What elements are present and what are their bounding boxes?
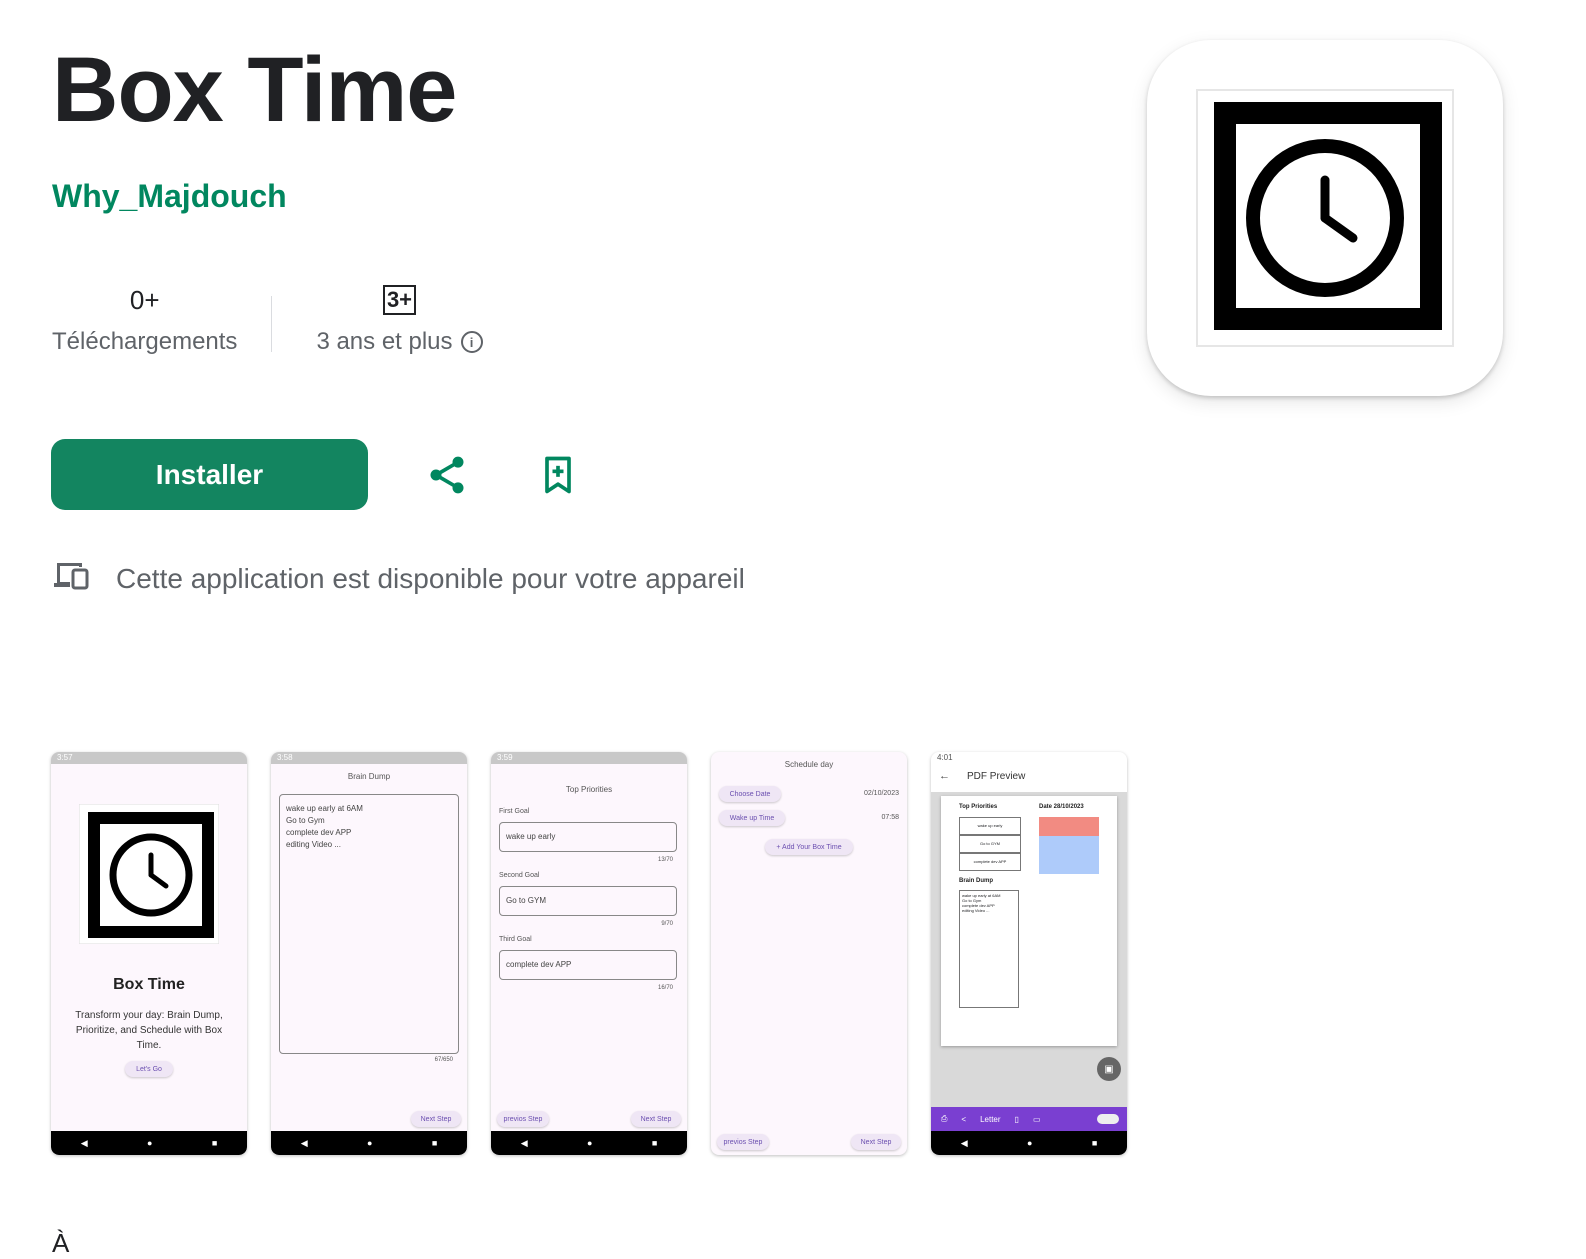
app-title: Box Time xyxy=(52,39,457,141)
screenshot-1[interactable]: 3:57 Box Time Transform your day: Brain … xyxy=(51,752,247,1155)
dump-line: complete dev APP xyxy=(286,828,352,837)
s5-schedule-block xyxy=(1039,817,1099,836)
s5-date: Date 28/10/2023 xyxy=(1039,804,1084,810)
install-button[interactable]: Installer xyxy=(51,439,368,510)
s5-priority: Go to GYM xyxy=(959,835,1021,853)
s4-header: Schedule day xyxy=(784,760,834,769)
share-icon[interactable]: < xyxy=(961,1115,966,1124)
portrait-icon[interactable]: ▯ xyxy=(1015,1115,1019,1124)
s5-dump-box: wake up early at 6AM Go to Gym complete … xyxy=(959,890,1019,1008)
bookmark-add-icon[interactable] xyxy=(534,451,582,499)
s5-pdf-toolbar: ⎙ < Letter ▯ ▭ xyxy=(931,1107,1127,1131)
s4-time-value: 07:58 xyxy=(881,814,899,821)
nav-bar: ◀ ● ■ xyxy=(931,1131,1127,1155)
s3-first-label: First Goal xyxy=(499,808,530,815)
app-icon xyxy=(1147,40,1503,396)
s1-lets-go-button[interactable]: Let's Go xyxy=(125,1061,173,1077)
devices-icon xyxy=(52,560,90,597)
s5-brain-dump: Brain Dump xyxy=(959,878,994,884)
section-heading-cut: À xyxy=(52,1228,70,1258)
status-time: 3:59 xyxy=(497,753,513,762)
print-icon[interactable]: ⎙ xyxy=(941,1114,947,1124)
status-time: 3:58 xyxy=(277,753,293,762)
status-time: 4:01 xyxy=(937,753,953,762)
rating-stat[interactable]: 3+ 3 ans et plus i xyxy=(316,282,483,372)
s5-top-priorities: Top Priorities xyxy=(959,804,998,810)
s4-date-value: 02/10/2023 xyxy=(863,790,899,797)
status-time: 3:57 xyxy=(57,753,73,762)
availability-text: Cette application est disponible pour vo… xyxy=(116,562,745,594)
s3-header: Top Priorities xyxy=(565,785,613,794)
s2-header: Brain Dump xyxy=(347,772,391,781)
availability-row: Cette application est disponible pour vo… xyxy=(52,560,745,597)
s3-first-goal-input[interactable]: wake up early xyxy=(499,822,677,852)
dump-line: editing Video ... xyxy=(286,840,342,849)
screenshot-4[interactable]: Schedule day Choose Date 02/10/2023 Wake… xyxy=(711,752,907,1155)
s4-next-button[interactable]: Next Step xyxy=(851,1134,901,1150)
share-icon[interactable] xyxy=(423,451,471,499)
s5-app-bar: ← PDF Preview xyxy=(931,764,1127,792)
landscape-icon[interactable]: ▭ xyxy=(1033,1115,1041,1124)
toggle-switch[interactable] xyxy=(1097,1114,1119,1124)
s5-priority: complete dev APP xyxy=(959,853,1021,871)
content-rating-label: 3 ans et plus xyxy=(316,328,453,355)
s3-second-goal-input[interactable]: Go to GYM xyxy=(499,886,677,916)
downloads-label: Téléchargements xyxy=(52,328,238,355)
screenshot-3[interactable]: 3:59 Top Priorities First Goal wake up e… xyxy=(491,752,687,1155)
nav-bar: ◀ ● ■ xyxy=(271,1131,467,1155)
s3-next-button[interactable]: Next Step xyxy=(631,1111,681,1127)
developer-link[interactable]: Why_Majdouch xyxy=(52,178,287,215)
s2-next-button[interactable]: Next Step xyxy=(411,1111,461,1127)
s4-add-box-button[interactable]: + Add Your Box Time xyxy=(765,839,853,855)
s5-pdf-page: Top Priorities Date 28/10/2023 wake up e… xyxy=(941,796,1117,1046)
back-arrow-icon[interactable]: ← xyxy=(939,770,950,782)
s3-third-count: 16/70 xyxy=(657,985,673,991)
s5-header: PDF Preview xyxy=(967,771,1026,782)
screenshot-5[interactable]: 4:01 ← PDF Preview Top Priorities Date 2… xyxy=(931,752,1127,1155)
downloads-stat: 0+ Téléchargements xyxy=(52,282,237,372)
s3-second-count: 9/70 xyxy=(661,921,673,927)
clock-icon xyxy=(79,804,219,944)
app-stats: 0+ Téléchargements 3+ 3 ans et plus i xyxy=(52,282,483,372)
stats-divider xyxy=(271,296,273,352)
s3-second-label: Second Goal xyxy=(499,872,540,879)
s2-brain-dump-textarea[interactable]: wake up early at 6AM Go to Gym complete … xyxy=(279,794,459,1054)
downloads-value: 0+ xyxy=(129,284,160,315)
s5-priority: wake up early xyxy=(959,817,1021,835)
s2-counter: 67/650 xyxy=(434,1057,453,1063)
s5-paper-select[interactable]: Letter xyxy=(980,1115,1000,1124)
s3-prev-button[interactable]: previos Step xyxy=(497,1111,549,1127)
nav-bar: ◀ ● ■ xyxy=(491,1131,687,1155)
s3-third-goal-input[interactable]: complete dev APP xyxy=(499,950,677,980)
dump-line: Go to Gym xyxy=(286,816,325,825)
s4-wake-up-button[interactable]: Wake up Time xyxy=(719,810,785,826)
s1-desc: Transform your day: Brain Dump, Prioriti… xyxy=(75,1010,223,1051)
s3-third-label: Third Goal xyxy=(499,936,532,943)
s5-schedule-block xyxy=(1039,855,1099,874)
dump-line: wake up early at 6AM xyxy=(286,804,363,813)
nav-bar: ◀ ● ■ xyxy=(51,1131,247,1155)
s4-choose-date-button[interactable]: Choose Date xyxy=(719,786,781,802)
save-icon[interactable]: ▣ xyxy=(1097,1057,1121,1081)
s4-prev-button[interactable]: previos Step xyxy=(717,1134,769,1150)
s3-first-count: 13/70 xyxy=(657,857,673,863)
s1-title: Box Time xyxy=(113,976,185,993)
screenshot-2[interactable]: 3:58 Brain Dump wake up early at 6AM Go … xyxy=(271,752,467,1155)
s5-schedule-block xyxy=(1039,836,1099,855)
content-rating-badge: 3+ xyxy=(382,285,417,315)
info-icon[interactable]: i xyxy=(460,331,483,353)
